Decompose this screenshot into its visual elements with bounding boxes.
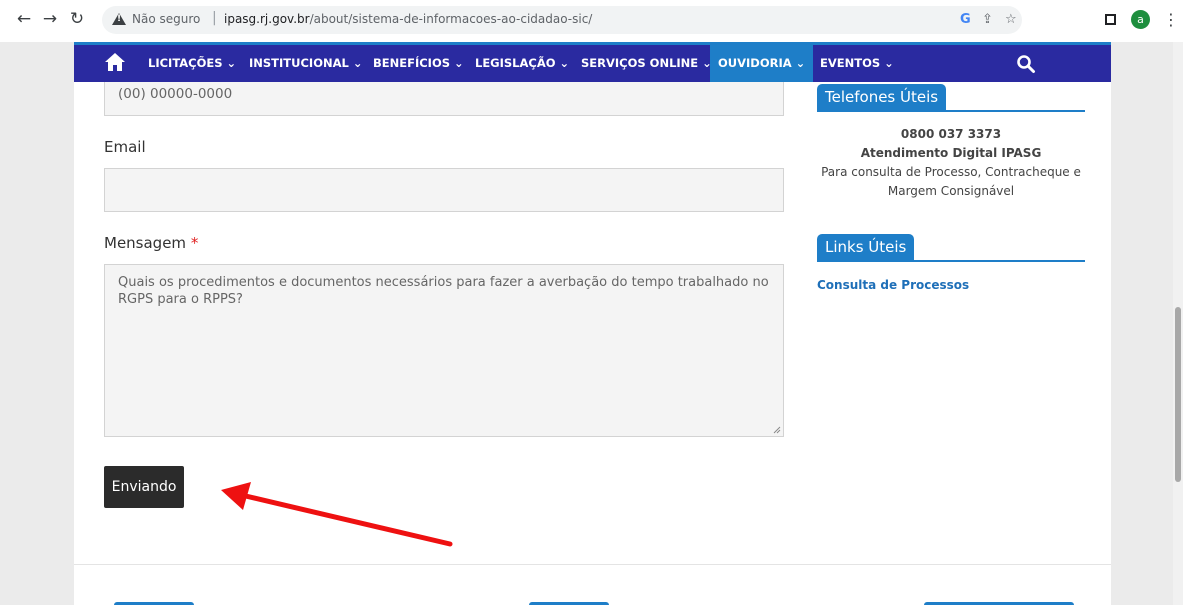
reload-icon[interactable]: ↻ [67, 9, 87, 29]
google-icon[interactable]: G [960, 12, 971, 27]
required-mark: * [190, 234, 199, 252]
annotation-arrow [221, 482, 453, 547]
share-icon[interactable]: ⇪ [982, 12, 993, 27]
phone-number: 0800 037 3373 [900, 127, 1002, 141]
site-navbar: LICITAÇÕES ⌄ INSTITUCIONAL ⌄ BENEFÍCIOS … [74, 42, 1111, 82]
insecure-label[interactable]: Não seguro [132, 12, 200, 26]
nav-item-licitacoes[interactable]: LICITAÇÕES ⌄ [148, 45, 236, 82]
links-widget-title: Links Úteis [817, 234, 915, 260]
phones-widget-rule [817, 110, 1085, 112]
browser-toolbar: ← → ↻ Não seguro | ipasg.rj.gov.br/about… [0, 0, 1183, 42]
submit-button[interactable]: Enviando [104, 466, 184, 508]
email-label: Email [104, 138, 146, 156]
phone-field[interactable]: (00) 00000-0000 [104, 82, 784, 116]
message-label: Mensagem * [104, 234, 198, 252]
url-text[interactable]: ipasg.rj.gov.br/about/sistema-de-informa… [224, 12, 592, 26]
phone-description: Para consulta de Processo, Contracheque … [821, 165, 1081, 198]
nav-item-beneficios[interactable]: BENEFÍCIOS ⌄ [373, 45, 464, 82]
scrollbar-thumb[interactable] [1175, 307, 1181, 482]
home-icon[interactable] [104, 52, 126, 72]
page-scrollbar[interactable] [1173, 42, 1183, 605]
message-text: Quais os procedimentos e documentos nece… [118, 275, 769, 307]
nav-item-eventos[interactable]: EVENTOS ⌄ [820, 45, 894, 82]
footer-divider [74, 564, 1111, 565]
email-field[interactable] [104, 168, 784, 212]
warning-icon[interactable] [112, 13, 126, 25]
resize-handle-icon[interactable] [773, 426, 781, 434]
nav-item-ouvidoria[interactable]: OUVIDORIA ⌄ [710, 45, 814, 82]
link-consulta-processos[interactable]: Consulta de Processos [817, 278, 969, 292]
menu-icon[interactable]: ⋮ [1163, 10, 1179, 29]
url-separator: | [212, 10, 217, 26]
phone-placeholder: (00) 00000-0000 [118, 86, 233, 102]
phone-service: Atendimento Digital IPASG [860, 146, 1042, 160]
nav-item-servicos-online[interactable]: SERVIÇOS ONLINE ⌄ [581, 45, 712, 82]
nav-item-institucional[interactable]: INSTITUCIONAL ⌄ [249, 45, 362, 82]
url-path: /about/sistema-de-informacoes-ao-cidadao… [309, 12, 593, 26]
star-icon[interactable]: ☆ [1005, 12, 1017, 27]
back-icon[interactable]: ← [14, 9, 34, 29]
nav-item-legislacao[interactable]: LEGISLAÇÃO ⌄ [475, 45, 569, 82]
side-panel-icon[interactable] [1105, 14, 1116, 25]
message-textarea[interactable]: Quais os procedimentos e documentos nece… [104, 264, 784, 437]
phones-widget-title: Telefones Úteis [817, 84, 947, 110]
search-icon[interactable] [1016, 54, 1036, 74]
message-label-text: Mensagem [104, 234, 187, 252]
forward-icon[interactable]: → [40, 9, 60, 29]
links-widget-rule [817, 260, 1085, 262]
address-bar[interactable]: Não seguro | ipasg.rj.gov.br/about/siste… [102, 6, 1022, 34]
url-domain: ipasg.rj.gov.br [224, 12, 310, 26]
avatar[interactable]: a [1131, 10, 1150, 29]
